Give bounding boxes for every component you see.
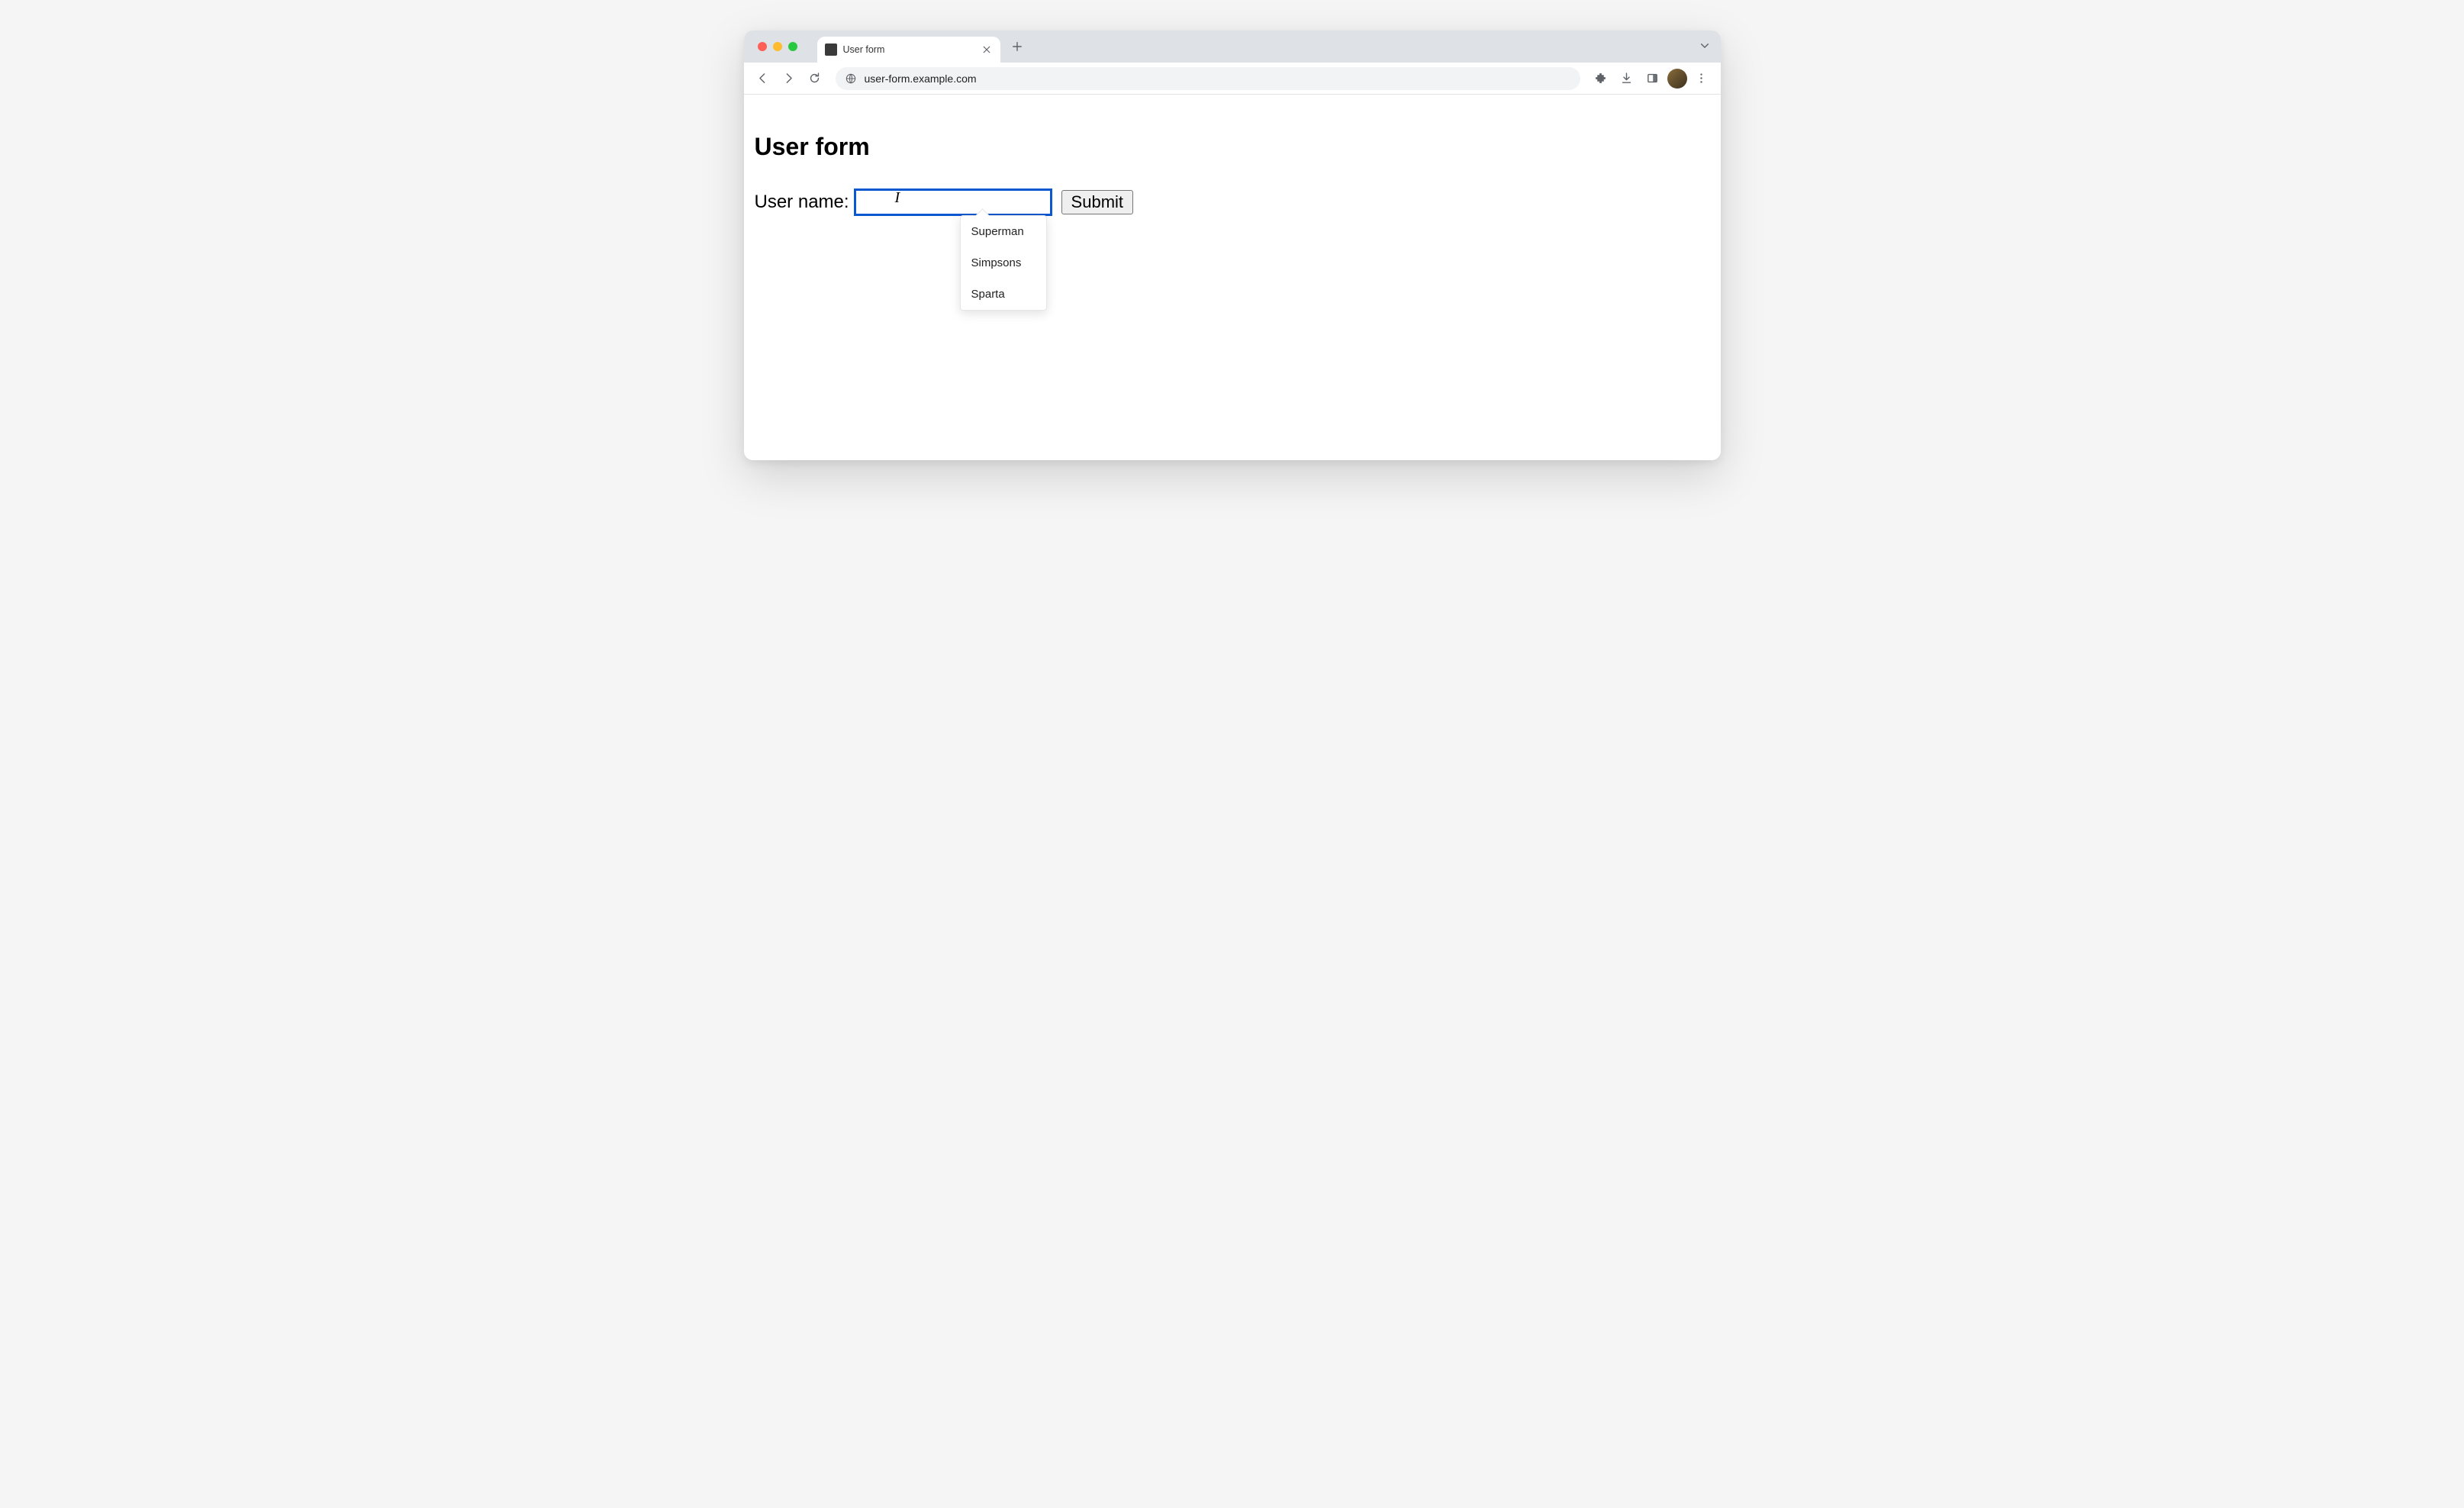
- page-title: User form: [755, 133, 1702, 161]
- autocomplete-item[interactable]: Superman: [961, 216, 1046, 247]
- menu-button[interactable]: [1690, 67, 1713, 90]
- reload-button[interactable]: [804, 67, 826, 90]
- forward-button[interactable]: [778, 67, 800, 90]
- address-bar[interactable]: user-form.example.com: [836, 67, 1580, 90]
- browser-toolbar: user-form.example.com: [744, 63, 1721, 95]
- url-text: user-form.example.com: [865, 72, 977, 85]
- side-panel-button[interactable]: [1641, 67, 1664, 90]
- page-content: User form User name: Submit I Superman S…: [744, 95, 1721, 460]
- tab-title: User form: [843, 44, 974, 55]
- extensions-button[interactable]: [1590, 67, 1612, 90]
- browser-window: User form user-form.example.com: [744, 31, 1721, 460]
- user-form: User name: Submit: [755, 188, 1702, 216]
- username-label: User name:: [755, 192, 849, 213]
- favicon-icon: [825, 44, 837, 56]
- globe-icon: [845, 72, 857, 85]
- autocomplete-item[interactable]: Simpsons: [961, 247, 1046, 279]
- back-button[interactable]: [752, 67, 775, 90]
- new-tab-button[interactable]: [1007, 36, 1028, 57]
- window-controls: [753, 42, 804, 51]
- browser-tab[interactable]: User form: [817, 37, 1000, 63]
- minimize-window-button[interactable]: [773, 42, 782, 51]
- tab-strip: User form: [744, 31, 1721, 63]
- autocomplete-popup: Superman Simpsons Sparta: [960, 215, 1047, 311]
- close-window-button[interactable]: [758, 42, 767, 51]
- autocomplete-item[interactable]: Sparta: [961, 279, 1046, 310]
- submit-button[interactable]: Submit: [1061, 190, 1133, 214]
- downloads-button[interactable]: [1615, 67, 1638, 90]
- username-input[interactable]: [854, 188, 1052, 216]
- close-tab-button[interactable]: [981, 44, 993, 56]
- profile-avatar[interactable]: [1667, 69, 1687, 89]
- maximize-window-button[interactable]: [788, 42, 797, 51]
- tabs-dropdown-button[interactable]: [1699, 40, 1710, 53]
